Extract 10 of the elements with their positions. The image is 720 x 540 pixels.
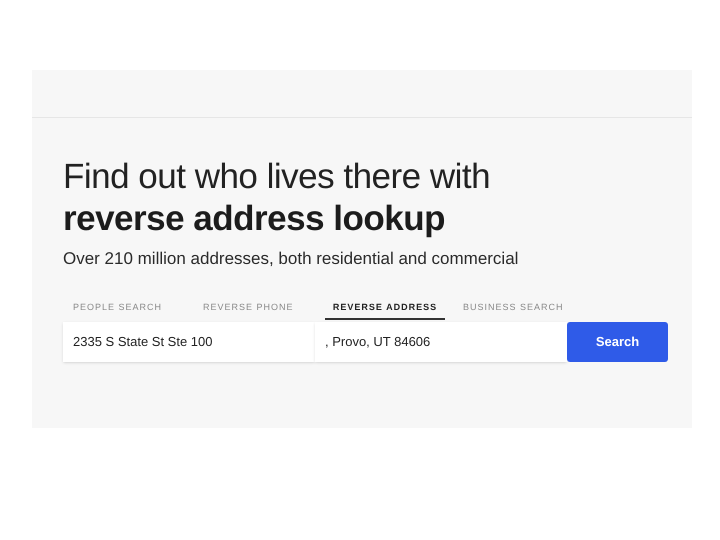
street-input[interactable]: 2335 S State St Ste 100: [63, 322, 315, 362]
search-tab[interactable]: REVERSE PHONE: [195, 298, 315, 320]
headline-bold: reverse address lookup: [63, 198, 446, 240]
search-tab[interactable]: REVERSE ADDRESS: [325, 298, 445, 320]
headline: Find out who lives there with: [63, 156, 492, 198]
city-input[interactable]: , Provo, UT 84606: [315, 322, 567, 362]
search-tab[interactable]: BUSINESS SEARCH: [455, 298, 575, 320]
search-tab[interactable]: PEOPLE SEARCH: [65, 298, 185, 320]
search-button[interactable]: Search: [567, 322, 668, 362]
subtitle: Over 210 million addresses, both residential and commercial: [63, 248, 520, 270]
